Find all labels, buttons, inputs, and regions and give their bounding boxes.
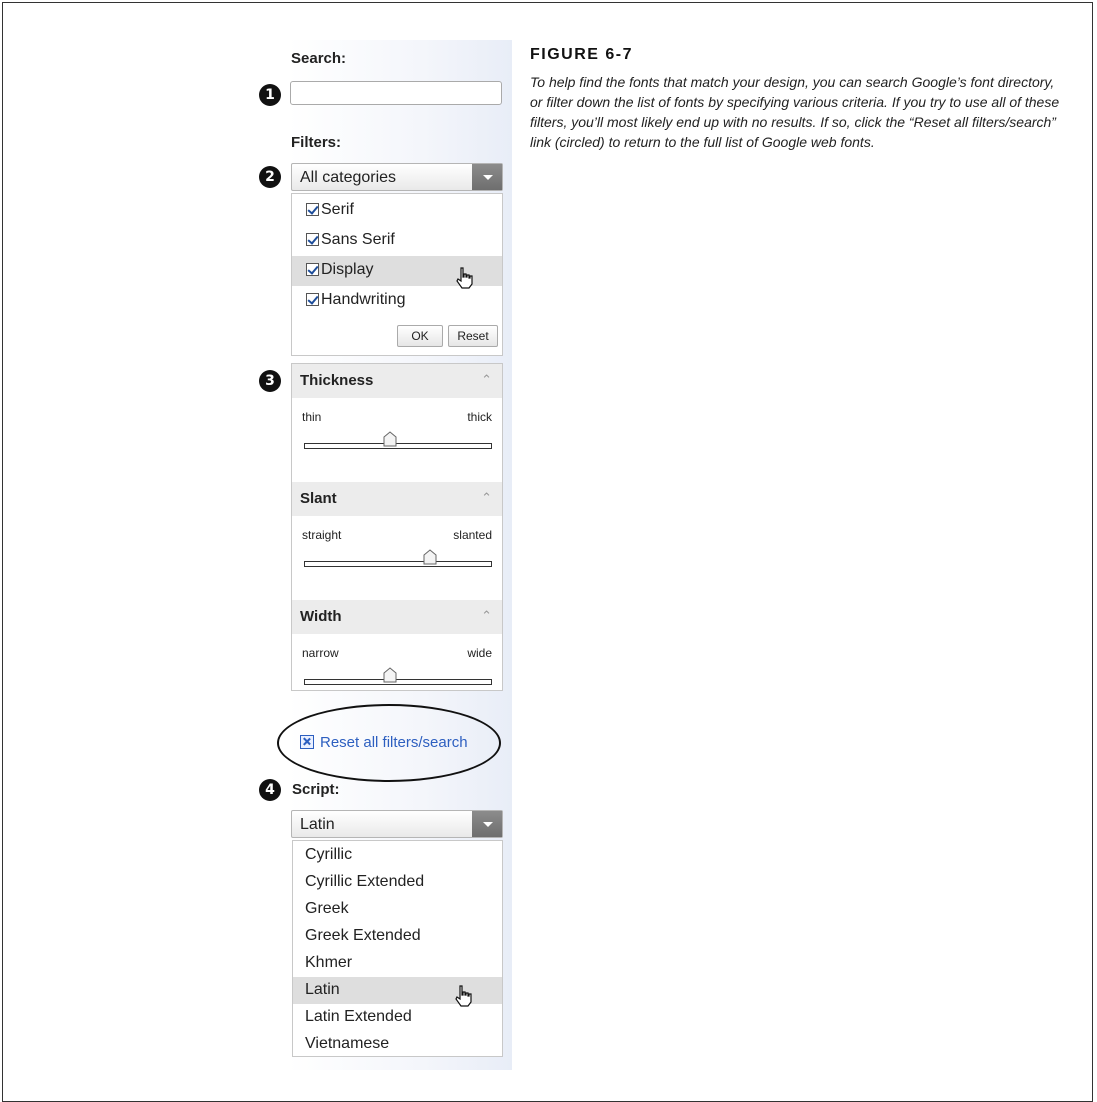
script-option[interactable]: Greek Extended: [293, 923, 502, 950]
slider-thumb-icon[interactable]: [423, 549, 437, 565]
script-option[interactable]: Cyrillic Extended: [293, 869, 502, 896]
script-dropdown: Cyrillic Cyrillic Extended Greek Greek E…: [292, 840, 503, 1057]
callout-badge-3: 3: [259, 370, 281, 392]
slant-header[interactable]: Slant ⌃: [292, 482, 502, 516]
width-range-labels: narrow wide: [302, 646, 492, 660]
ok-button[interactable]: OK: [397, 325, 443, 347]
checkbox-checked-icon[interactable]: [306, 263, 319, 276]
script-option-label: Vietnamese: [305, 1035, 390, 1052]
filters-label: Filters:: [291, 134, 342, 151]
category-option-label: Sans Serif: [321, 231, 395, 248]
script-label: Script:: [292, 781, 340, 798]
chevron-down-icon[interactable]: [472, 164, 502, 190]
script-option[interactable]: Greek: [293, 896, 502, 923]
category-option-serif[interactable]: Serif: [292, 196, 502, 226]
slant-min-label: straight: [302, 528, 342, 542]
width-max-label: wide: [467, 646, 492, 660]
checkbox-checked-icon[interactable]: [306, 293, 319, 306]
checkbox-checked-icon[interactable]: [306, 203, 319, 216]
hand-cursor-icon: [455, 985, 472, 1007]
figure-caption: To help find the fonts that match your d…: [530, 74, 1060, 150]
slider-group: Thickness ⌃ thin thick Slant ⌃ straight …: [291, 363, 503, 691]
category-option-sans-serif[interactable]: Sans Serif: [292, 226, 502, 256]
figure-frame: [2, 2, 1093, 1102]
category-option-label: Handwriting: [321, 291, 406, 308]
width-title: Width: [300, 608, 342, 625]
script-option[interactable]: Cyrillic: [293, 842, 502, 869]
search-input[interactable]: [290, 81, 502, 105]
thickness-range-labels: thin thick: [302, 410, 492, 424]
thickness-header[interactable]: Thickness ⌃: [292, 364, 502, 398]
script-option-label: Latin Extended: [305, 1008, 412, 1025]
thickness-max-label: thick: [467, 410, 492, 424]
thickness-track[interactable]: [304, 431, 492, 449]
collapse-icon[interactable]: ⌃: [481, 490, 492, 506]
script-select[interactable]: Latin: [291, 810, 503, 838]
callout-badge-1: 1: [259, 84, 281, 106]
script-option-label: Greek: [305, 900, 349, 917]
figure-title: FIGURE 6-7: [530, 46, 634, 63]
thickness-min-label: thin: [302, 410, 322, 424]
script-option-label: Greek Extended: [305, 927, 421, 944]
callout-badge-2: 2: [259, 166, 281, 188]
chevron-down-icon[interactable]: [472, 811, 502, 837]
slant-range-labels: straight slanted: [302, 528, 492, 542]
category-option-label: Serif: [321, 201, 354, 218]
category-option-label: Display: [321, 261, 374, 278]
script-option-label: Cyrillic Extended: [305, 873, 425, 890]
thickness-title: Thickness: [300, 372, 374, 389]
width-header[interactable]: Width ⌃: [292, 600, 502, 634]
category-select-value: All categories: [300, 169, 397, 186]
callout-badge-4: 4: [259, 779, 281, 801]
script-option[interactable]: Vietnamese: [293, 1031, 502, 1058]
width-track[interactable]: [304, 667, 492, 685]
slider-thumb-icon[interactable]: [383, 431, 397, 447]
width-min-label: narrow: [302, 646, 339, 660]
search-label: Search:: [291, 50, 347, 67]
category-select[interactable]: All categories: [291, 163, 503, 191]
script-option[interactable]: Khmer: [293, 950, 502, 977]
script-option-label: Latin: [305, 981, 340, 998]
script-option-label: Cyrillic: [305, 846, 353, 863]
reset-all-filters-link[interactable]: Reset all filters/search: [320, 734, 468, 751]
slider-thumb-icon[interactable]: [383, 667, 397, 683]
slant-title: Slant: [300, 490, 337, 507]
checkbox-checked-icon[interactable]: [306, 233, 319, 246]
reset-button[interactable]: Reset: [448, 325, 498, 347]
script-select-value: Latin: [300, 816, 335, 833]
category-option-handwriting[interactable]: Handwriting: [292, 286, 502, 316]
collapse-icon[interactable]: ⌃: [481, 608, 492, 624]
slant-track[interactable]: [304, 549, 492, 567]
hand-cursor-icon: [456, 267, 473, 289]
slant-max-label: slanted: [453, 528, 492, 542]
script-option-label: Khmer: [305, 954, 353, 971]
script-option[interactable]: Latin Extended: [293, 1004, 502, 1031]
collapse-icon[interactable]: ⌃: [481, 372, 492, 388]
reset-x-icon[interactable]: [300, 735, 314, 749]
